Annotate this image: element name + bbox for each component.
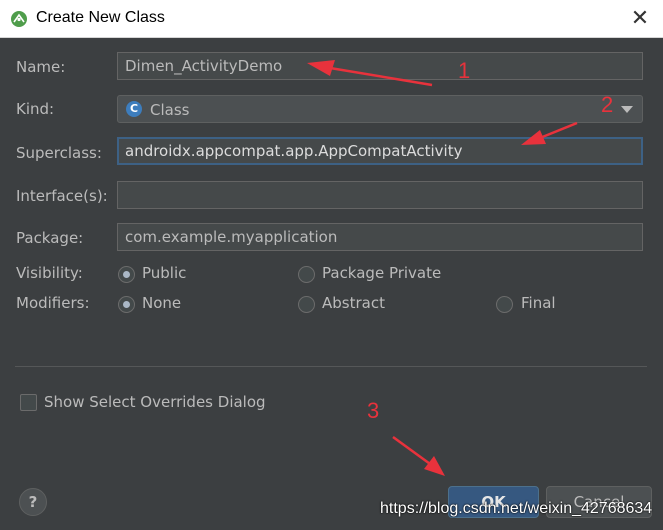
visibility-label: Visibility:: [16, 264, 83, 282]
help-button[interactable]: ?: [19, 488, 47, 516]
modifiers-final-label[interactable]: Final: [521, 294, 556, 312]
close-icon[interactable]: ✕: [628, 6, 652, 32]
modifiers-none-radio[interactable]: [118, 296, 135, 313]
superclass-label: Superclass:: [16, 144, 102, 162]
annotation-2: 2: [601, 92, 614, 117]
package-field[interactable]: com.example.myapplication: [117, 223, 643, 251]
visibility-public-label[interactable]: Public: [142, 264, 186, 282]
separator: [15, 366, 647, 367]
modifiers-abstract-label[interactable]: Abstract: [322, 294, 385, 312]
window-title: Create New Class: [36, 9, 165, 26]
package-label: Package:: [16, 229, 84, 247]
name-label: Name:: [16, 58, 65, 76]
visibility-public-radio[interactable]: [118, 266, 135, 283]
class-icon: C: [126, 101, 142, 117]
superclass-field[interactable]: androidx.appcompat.app.AppCompatActivity: [117, 137, 643, 165]
name-label-text: Name:: [16, 58, 66, 76]
android-studio-icon: [11, 11, 27, 27]
show-overrides-label[interactable]: Show Select Overrides Dialog: [44, 393, 266, 411]
kind-select[interactable]: C Class: [117, 95, 643, 123]
kind-label: Kind:: [16, 100, 55, 118]
interfaces-field[interactable]: [117, 181, 643, 209]
annotation-1: 1: [458, 58, 471, 83]
show-overrides-checkbox[interactable]: [20, 394, 37, 411]
interfaces-label: Interface(s):: [16, 187, 108, 205]
name-field[interactable]: Dimen_ActivityDemo: [117, 52, 643, 80]
visibility-package-private-label[interactable]: Package Private: [322, 264, 441, 282]
annotation-arrow-3: [392, 435, 438, 471]
annotation-arrow-3-head: [424, 456, 445, 476]
kind-value: Class: [150, 101, 190, 119]
visibility-package-private-radio[interactable]: [298, 266, 315, 283]
watermark: https://blog.csdn.net/weixin_42768634: [380, 500, 653, 517]
modifiers-final-radio[interactable]: [496, 296, 513, 313]
modifiers-label: Modifiers:: [16, 294, 90, 312]
title-bar: Create New Class ✕: [0, 0, 663, 38]
annotation-3: 3: [367, 398, 380, 423]
modifiers-abstract-radio[interactable]: [298, 296, 315, 313]
modifiers-none-label[interactable]: None: [142, 294, 181, 312]
chevron-down-icon: [621, 106, 633, 113]
